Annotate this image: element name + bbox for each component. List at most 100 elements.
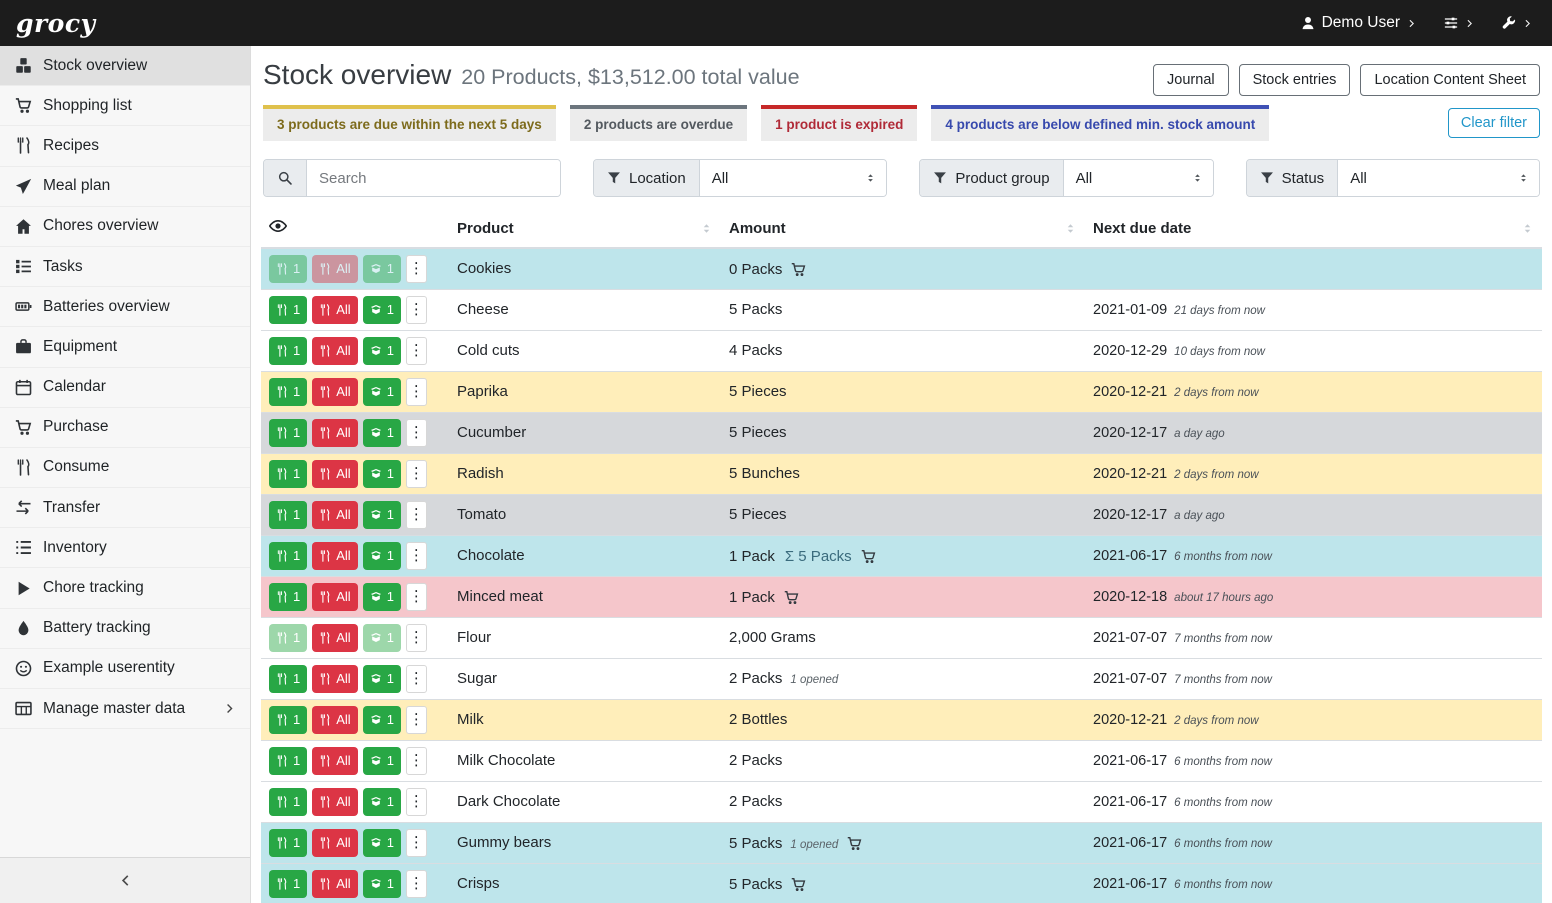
open-one-button[interactable]: 1: [363, 255, 401, 283]
consume-one-button[interactable]: 1: [269, 870, 307, 898]
sort-icon[interactable]: [700, 222, 713, 235]
open-one-button[interactable]: 1: [363, 337, 401, 365]
col-amount[interactable]: Amount: [721, 211, 1085, 248]
location-content-sheet-button[interactable]: Location Content Sheet: [1360, 64, 1540, 96]
row-menu-button[interactable]: ⋮: [406, 665, 427, 693]
row-menu-button[interactable]: ⋮: [406, 501, 427, 529]
sidebar-item-transfer[interactable]: Transfer: [0, 488, 250, 528]
eye-icon[interactable]: [269, 217, 287, 235]
consume-all-button[interactable]: All: [312, 870, 357, 898]
sidebar-item-example-userentity[interactable]: Example userentity: [0, 649, 250, 689]
open-one-button[interactable]: 1: [363, 624, 401, 652]
search-input[interactable]: [307, 160, 560, 196]
consume-all-button[interactable]: All: [312, 378, 357, 406]
sidebar-item-equipment[interactable]: Equipment: [0, 327, 250, 367]
open-one-button[interactable]: 1: [363, 747, 401, 775]
row-menu-button[interactable]: ⋮: [406, 747, 427, 775]
row-menu-button[interactable]: ⋮: [406, 788, 427, 816]
status-chip[interactable]: 2 products are overdue: [570, 105, 747, 141]
consume-all-button[interactable]: All: [312, 706, 357, 734]
sidebar-item-stock-overview[interactable]: Stock overview: [0, 46, 250, 86]
consume-one-button[interactable]: 1: [269, 378, 307, 406]
row-menu-button[interactable]: ⋮: [406, 706, 427, 734]
row-menu-button[interactable]: ⋮: [406, 542, 427, 570]
consume-one-button[interactable]: 1: [269, 706, 307, 734]
sidebar-item-purchase[interactable]: Purchase: [0, 408, 250, 448]
row-menu-button[interactable]: ⋮: [406, 337, 427, 365]
sidebar-item-inventory[interactable]: Inventory: [0, 528, 250, 568]
open-one-button[interactable]: 1: [363, 460, 401, 488]
stock-entries-button[interactable]: Stock entries: [1239, 64, 1351, 96]
col-next-due-date[interactable]: Next due date: [1085, 211, 1542, 248]
settings-menu[interactable]: [1444, 16, 1474, 30]
row-menu-button[interactable]: ⋮: [406, 378, 427, 406]
consume-all-button[interactable]: All: [312, 460, 357, 488]
consume-all-button[interactable]: All: [312, 624, 357, 652]
row-menu-button[interactable]: ⋮: [406, 829, 427, 857]
row-menu-button[interactable]: ⋮: [406, 460, 427, 488]
consume-one-button[interactable]: 1: [269, 747, 307, 775]
sidebar-item-tasks[interactable]: Tasks: [0, 247, 250, 287]
status-chip[interactable]: 3 products are due within the next 5 day…: [263, 105, 556, 141]
open-one-button[interactable]: 1: [363, 378, 401, 406]
row-menu-button[interactable]: ⋮: [406, 419, 427, 447]
open-one-button[interactable]: 1: [363, 829, 401, 857]
row-menu-button[interactable]: ⋮: [406, 624, 427, 652]
user-menu[interactable]: Demo User: [1301, 14, 1416, 32]
sidebar-item-battery-tracking[interactable]: Battery tracking: [0, 609, 250, 649]
consume-one-button[interactable]: 1: [269, 829, 307, 857]
open-one-button[interactable]: 1: [363, 419, 401, 447]
app-logo[interactable]: grocy: [16, 9, 96, 38]
location-select[interactable]: All: [700, 160, 887, 196]
row-menu-button[interactable]: ⋮: [406, 583, 427, 611]
consume-all-button[interactable]: All: [312, 337, 357, 365]
consume-all-button[interactable]: All: [312, 829, 357, 857]
consume-all-button[interactable]: All: [312, 542, 357, 570]
consume-all-button[interactable]: All: [312, 788, 357, 816]
consume-all-button[interactable]: All: [312, 255, 357, 283]
sidebar-item-shopping-list[interactable]: Shopping list: [0, 86, 250, 126]
consume-one-button[interactable]: 1: [269, 542, 307, 570]
product-group-select[interactable]: All: [1064, 160, 1213, 196]
sidebar-item-chores-overview[interactable]: Chores overview: [0, 207, 250, 247]
open-one-button[interactable]: 1: [363, 706, 401, 734]
consume-one-button[interactable]: 1: [269, 255, 307, 283]
status-chip[interactable]: 4 products are below defined min. stock …: [931, 105, 1269, 141]
col-visibility[interactable]: [261, 211, 449, 248]
status-select[interactable]: All: [1338, 160, 1539, 196]
consume-one-button[interactable]: 1: [269, 296, 307, 324]
status-chip[interactable]: 1 product is expired: [761, 105, 917, 141]
col-product[interactable]: Product: [449, 211, 721, 248]
consume-one-button[interactable]: 1: [269, 419, 307, 447]
consume-one-button[interactable]: 1: [269, 788, 307, 816]
journal-button[interactable]: Journal: [1153, 64, 1229, 96]
sort-icon[interactable]: [1064, 222, 1077, 235]
sidebar-item-batteries-overview[interactable]: Batteries overview: [0, 287, 250, 327]
consume-one-button[interactable]: 1: [269, 460, 307, 488]
consume-one-button[interactable]: 1: [269, 624, 307, 652]
sidebar-item-recipes[interactable]: Recipes: [0, 126, 250, 166]
row-menu-button[interactable]: ⋮: [406, 255, 427, 283]
clear-filter-button[interactable]: Clear filter: [1448, 108, 1540, 138]
sidebar-item-calendar[interactable]: Calendar: [0, 368, 250, 408]
consume-all-button[interactable]: All: [312, 747, 357, 775]
row-menu-button[interactable]: ⋮: [406, 870, 427, 898]
sidebar-item-consume[interactable]: Consume: [0, 448, 250, 488]
row-menu-button[interactable]: ⋮: [406, 296, 427, 324]
open-one-button[interactable]: 1: [363, 665, 401, 693]
sort-icon[interactable]: [1521, 222, 1534, 235]
sidebar-item-meal-plan[interactable]: Meal plan: [0, 167, 250, 207]
admin-menu[interactable]: [1502, 16, 1532, 30]
open-one-button[interactable]: 1: [363, 788, 401, 816]
consume-one-button[interactable]: 1: [269, 501, 307, 529]
sidebar-collapse-button[interactable]: [0, 857, 250, 903]
sidebar-item-manage-master-data[interactable]: Manage master data: [0, 689, 250, 729]
consume-one-button[interactable]: 1: [269, 583, 307, 611]
consume-all-button[interactable]: All: [312, 501, 357, 529]
consume-all-button[interactable]: All: [312, 583, 357, 611]
consume-all-button[interactable]: All: [312, 665, 357, 693]
open-one-button[interactable]: 1: [363, 296, 401, 324]
consume-one-button[interactable]: 1: [269, 337, 307, 365]
consume-all-button[interactable]: All: [312, 296, 357, 324]
consume-one-button[interactable]: 1: [269, 665, 307, 693]
